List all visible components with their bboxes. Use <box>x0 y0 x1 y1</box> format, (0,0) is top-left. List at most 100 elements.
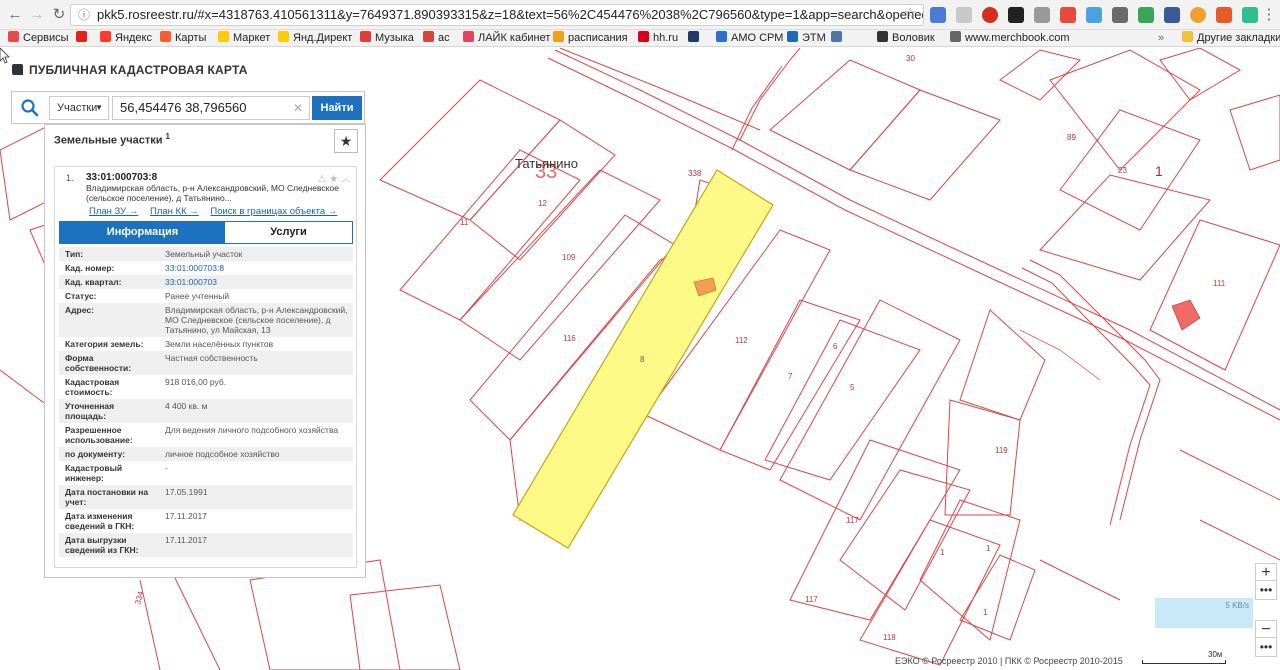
bookmark-item[interactable] <box>831 31 846 46</box>
bookmark-item[interactable]: ac <box>423 31 450 46</box>
property-row: Адрес: Владимирская область, р-н Александ… <box>59 303 353 337</box>
property-row: Уточненная площадь: 4 400 кв. м <box>59 399 353 423</box>
url-bar[interactable]: ⓘ pkk5.rosreestr.ru/#x=4318763.410561311… <box>70 4 924 26</box>
translate-extension-icon[interactable] <box>930 7 946 23</box>
svg-text:119: 119 <box>995 446 1008 455</box>
tab-information[interactable]: Информация <box>60 222 225 243</box>
iq-extension-icon[interactable] <box>1086 7 1102 23</box>
bookmark-favicon-icon <box>716 31 727 42</box>
results-panel: Земельные участки 1 ★ 1. 33:01:000703:8 … <box>44 124 366 578</box>
bookmark-favicon-icon <box>950 31 961 42</box>
bookmark-item[interactable]: Воловик <box>877 31 935 46</box>
property-row: Кад. квартал: 33:01:000703 <box>59 275 353 289</box>
menu-icon[interactable]: ⋮ <box>1260 6 1278 24</box>
property-row: по документу: личное подсобное хозяйство <box>59 447 353 461</box>
property-key: Дата выгрузки сведений из ГКН: <box>65 535 139 555</box>
tab-services[interactable]: Услуги <box>225 222 352 243</box>
parcel-links: План ЗУ → План КК → Поиск в границах объ… <box>89 206 346 217</box>
shield-extension-icon[interactable] <box>956 7 972 23</box>
property-key: Тип: <box>65 249 84 259</box>
property-value: личное подсобное хозяйство <box>165 449 280 459</box>
search-input[interactable]: 56,454476 38,796560 ✕ <box>112 96 310 120</box>
favorite-star-button[interactable]: ★ <box>334 129 358 153</box>
reload-icon[interactable]: ↻ <box>50 6 68 24</box>
svg-text:12: 12 <box>538 199 547 208</box>
bookmark-item[interactable]: Музыка <box>360 31 414 46</box>
chart-extension-icon[interactable] <box>1216 7 1232 23</box>
bookmark-item[interactable]: Янд.Директ <box>278 31 352 46</box>
bookmark-item[interactable] <box>688 31 703 46</box>
bookmarks-overflow-icon[interactable]: » <box>1158 31 1164 46</box>
search-panel: Участки ▼ 56,454476 38,796560 ✕ Найти <box>11 91 365 124</box>
back-icon[interactable]: ← <box>6 6 24 24</box>
property-value[interactable]: 33:01:000703:8 <box>165 263 353 273</box>
bookmark-item[interactable]: ЭТМ <box>787 31 826 46</box>
teal-extension-icon[interactable] <box>1242 7 1258 23</box>
red-extension-icon[interactable] <box>982 7 998 23</box>
vk-extension-icon[interactable] <box>1164 7 1180 23</box>
property-key: Категория земель: <box>65 339 144 349</box>
mouse-cursor-icon <box>0 48 10 64</box>
layers-button[interactable]: ••• <box>1255 637 1277 657</box>
plan-kk-link[interactable]: План КК → <box>150 206 199 217</box>
cadastral-number[interactable]: 33:01:000703:8 <box>86 172 157 183</box>
chevron-down-icon: ▼ <box>95 103 103 112</box>
svg-text:1: 1 <box>940 548 945 557</box>
results-title: Земельные участки 1 <box>54 132 170 147</box>
find-button[interactable]: Найти <box>312 96 362 120</box>
property-key: Кад. квартал: <box>65 277 122 287</box>
svg-text:1: 1 <box>1155 163 1163 179</box>
app-title: ПУБЛИЧНАЯ КАДАСТРОВАЯ КАРТА <box>12 63 248 77</box>
dark-extension-icon[interactable] <box>1008 7 1024 23</box>
card-tabs: Информация Услуги <box>59 221 353 244</box>
info-icon[interactable]: ⓘ <box>78 5 90 25</box>
bookmark-favicon-icon <box>423 31 434 42</box>
bike-extension-icon[interactable] <box>1060 7 1076 23</box>
bookmark-favicon-icon <box>831 31 842 42</box>
bookmark-favicon-icon <box>688 31 699 42</box>
property-key: Уточненная площадь: <box>65 401 115 421</box>
bookmark-item[interactable]: Маркет <box>218 31 270 46</box>
svg-text:5: 5 <box>850 383 855 392</box>
bookmark-favicon-icon <box>8 31 19 42</box>
svg-text:89: 89 <box>1067 133 1076 142</box>
svg-text:117: 117 <box>846 516 859 525</box>
bookmark-item[interactable]: www.merchbook.com <box>950 31 1070 46</box>
bookmark-item[interactable]: hh.ru <box>638 31 678 46</box>
property-value: Ранее учтенный <box>165 291 230 301</box>
other-bookmarks[interactable]: Другие закладки <box>1182 31 1280 46</box>
building-red <box>1171 299 1201 331</box>
bookmarks-bar: Сервисы Яндекс Карты Маркет Янд.Директ Музыка… <box>0 30 1280 47</box>
property-value: Земли населённых пунктов <box>165 339 274 349</box>
more-options-button[interactable]: ••• <box>1255 580 1277 600</box>
plan-zu-link[interactable]: План ЗУ → <box>89 206 138 217</box>
search-icon[interactable] <box>20 98 40 118</box>
property-value[interactable]: 33:01:000703 <box>165 277 353 287</box>
property-key: Статус: <box>65 291 97 301</box>
search-in-bounds-link[interactable]: Поиск в границах объекта → <box>210 206 337 217</box>
bookmark-item[interactable]: Яндекс <box>100 31 152 46</box>
clear-icon[interactable]: ✕ <box>293 97 303 119</box>
svg-text:11: 11 <box>460 218 469 227</box>
map-attribution: ЕЭКО © Росреестр 2010 | ПКК © Росреестр … <box>895 656 1123 666</box>
search-type-select[interactable]: Участки ▼ <box>49 96 109 120</box>
chat-extension-icon[interactable] <box>1112 7 1128 23</box>
svg-text:1: 1 <box>983 608 988 617</box>
bookmark-favicon-icon <box>278 31 289 42</box>
bookmark-item[interactable]: Сервисы <box>8 31 69 46</box>
svg-text:118: 118 <box>883 633 896 642</box>
scale-bar <box>1142 660 1226 664</box>
property-value: 17.11.2017 <box>165 511 207 521</box>
bookmark-item[interactable]: АМО СРМ <box>716 31 783 46</box>
green-extension-icon[interactable] <box>1138 7 1154 23</box>
bookmark-item[interactable]: расписания <box>553 31 628 46</box>
bookmark-item[interactable]: ЛАЙК кабинет <box>463 31 550 46</box>
bookmark-star-icon[interactable]: ☆ <box>904 5 917 24</box>
grey-extension-icon[interactable] <box>1034 7 1050 23</box>
bookmark-item[interactable] <box>76 31 91 46</box>
bookmark-item[interactable]: Карты <box>160 31 206 46</box>
property-key: по документу: <box>65 449 126 459</box>
forward-icon[interactable]: → <box>28 6 46 24</box>
svg-text:23: 23 <box>1118 166 1127 175</box>
orange-extension-icon[interactable] <box>1190 7 1206 23</box>
